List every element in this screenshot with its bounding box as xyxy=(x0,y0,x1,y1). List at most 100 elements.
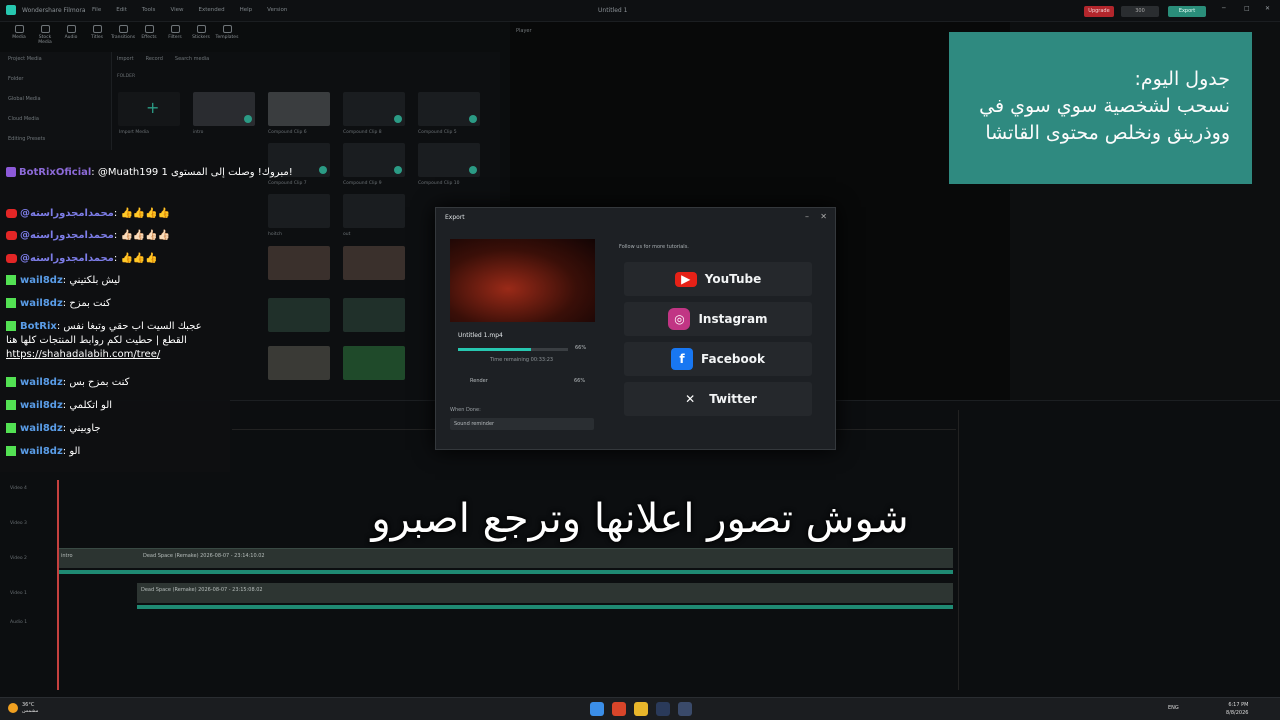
media-thumb[interactable] xyxy=(343,92,405,126)
record-dropdown[interactable]: Record xyxy=(146,56,163,62)
menu-bar: File Edit Tools View Extended Help Versi… xyxy=(92,7,287,13)
youtube-icon xyxy=(6,230,17,240)
credits-badge[interactable]: 300 xyxy=(1121,6,1159,17)
media-thumb[interactable] xyxy=(418,143,480,177)
check-icon xyxy=(469,115,477,123)
youtube-button[interactable]: ▶ YouTube xyxy=(624,262,812,296)
facebook-button[interactable]: f Facebook xyxy=(624,342,812,376)
tool-effects[interactable]: Effects xyxy=(136,22,162,50)
app-icon[interactable] xyxy=(678,702,692,716)
track-label: Video 3 xyxy=(10,521,27,526)
export-dialog: Export – ✕ Untitled 1.mp4 66% Time remai… xyxy=(435,207,836,450)
chat-message: BotRix: عجبك السيت اب حقي وتبغا نفس القط… xyxy=(6,321,202,360)
twitter-button[interactable]: ✕ Twitter xyxy=(624,382,812,416)
chat-message: wail8dz: ليش بلكتيني xyxy=(6,274,120,288)
search-input[interactable]: Search media xyxy=(175,56,209,62)
sidebar-item-project-media[interactable]: Project Media xyxy=(0,52,111,72)
sidebar-item-folder[interactable]: Folder xyxy=(0,72,111,92)
tool-media[interactable]: Media xyxy=(6,22,32,50)
tool-stock-media[interactable]: Stock Media xyxy=(32,22,58,50)
clip-label: Compound Clip 6 xyxy=(268,130,307,135)
maximize-icon[interactable]: □ xyxy=(1244,5,1250,12)
check-icon xyxy=(244,115,252,123)
chat-message: wail8dz: كنت بمزح xyxy=(6,297,111,311)
when-done-select[interactable]: Sound reminder xyxy=(450,418,594,430)
media-thumb[interactable] xyxy=(268,346,330,380)
import-dropdown[interactable]: Import xyxy=(117,56,134,62)
tool-templates[interactable]: Templates xyxy=(214,22,240,50)
menu-view[interactable]: View xyxy=(170,7,183,13)
menu-file[interactable]: File xyxy=(92,7,101,13)
language-indicator[interactable]: ENG xyxy=(1168,705,1179,711)
dialog-title: Export xyxy=(445,214,465,221)
tool-transitions[interactable]: Transitions xyxy=(110,22,136,50)
timeline-clip[interactable]: intro Dead Space (Remake) 2026-08-07 - 2… xyxy=(57,548,953,574)
kick-icon xyxy=(6,446,16,456)
timeline-clip[interactable]: Dead Space (Remake) 2026-08-07 - 23:15:0… xyxy=(137,583,953,609)
menu-version[interactable]: Version xyxy=(267,7,287,13)
clip-label: Import Media xyxy=(119,130,149,135)
clock[interactable]: 6:17 PM 8/8/2026 xyxy=(1226,701,1248,717)
close-icon[interactable]: ✕ xyxy=(820,212,827,221)
import-media-tile[interactable]: + xyxy=(118,92,180,126)
schedule-overlay: جدول اليوم: نسحب لشخصية سوي سوي في ووذري… xyxy=(949,32,1252,184)
steam-icon[interactable] xyxy=(656,702,670,716)
clip-label: hoitch xyxy=(268,232,282,237)
chat-message: wail8dz: الو xyxy=(6,445,80,459)
media-thumb[interactable] xyxy=(193,92,255,126)
media-header: Import Record Search media xyxy=(117,56,209,62)
chat-overlay: BotRixOficial: @Muath199 مبروك! وصلت إلى… xyxy=(0,150,293,472)
upgrade-button[interactable]: Upgrade xyxy=(1084,6,1114,17)
instagram-button[interactable]: ◎ Instagram xyxy=(624,302,812,336)
menu-edit[interactable]: Edit xyxy=(116,7,127,13)
sidebar-item-global-media[interactable]: Global Media xyxy=(0,92,111,112)
tool-audio[interactable]: Audio xyxy=(58,22,84,50)
clip-label: Compound Clip 5 xyxy=(418,130,457,135)
folder-icon[interactable] xyxy=(634,702,648,716)
sidebar-item-editing-presets[interactable]: Editing Presets xyxy=(0,132,111,152)
tool-filters[interactable]: Filters xyxy=(162,22,188,50)
check-icon xyxy=(394,166,402,174)
system-tray[interactable]: ENG xyxy=(1168,705,1179,711)
weather-widget[interactable]: 36°C مشمس xyxy=(8,702,38,714)
templates-icon xyxy=(222,25,232,33)
media-thumb[interactable] xyxy=(268,92,330,126)
minimize-icon[interactable]: – xyxy=(805,212,809,221)
track-label: Video 2 xyxy=(10,556,27,561)
media-thumb[interactable] xyxy=(268,246,330,280)
media-thumb[interactable] xyxy=(343,298,405,332)
youtube-icon xyxy=(6,253,17,263)
close-icon[interactable]: ✕ xyxy=(1265,5,1270,12)
stock-media-icon xyxy=(40,25,50,33)
media-thumb[interactable] xyxy=(343,194,405,228)
start-icon[interactable] xyxy=(590,702,604,716)
audio-waveform xyxy=(57,570,953,574)
playhead[interactable] xyxy=(57,480,59,690)
x-icon: ✕ xyxy=(685,392,696,406)
media-thumb[interactable] xyxy=(418,92,480,126)
export-button[interactable]: Export xyxy=(1168,6,1206,17)
chat-link[interactable]: https://shahadalabih.com/tree/ xyxy=(6,349,160,360)
clip-label: Dead Space (Remake) 2026-08-07 - 23:14:1… xyxy=(143,553,265,559)
effects-icon xyxy=(144,25,154,33)
sidebar-item-cloud-media[interactable]: Cloud Media xyxy=(0,112,111,132)
sun-icon xyxy=(8,703,18,713)
chat-message: wail8dz: كنت بمزح بس xyxy=(6,376,129,390)
plus-icon: + xyxy=(146,98,160,117)
media-thumb[interactable] xyxy=(343,143,405,177)
menu-help[interactable]: Help xyxy=(240,7,253,13)
media-thumb[interactable] xyxy=(268,298,330,332)
tool-titles[interactable]: Titles xyxy=(84,22,110,50)
tool-stickers[interactable]: Stickers xyxy=(188,22,214,50)
media-thumb[interactable] xyxy=(268,194,330,228)
media-thumb[interactable] xyxy=(343,246,405,280)
browser-icon[interactable] xyxy=(612,702,626,716)
clip-label: Compound Clip 9 xyxy=(343,181,382,186)
menu-extended[interactable]: Extended xyxy=(199,7,225,13)
minimize-icon[interactable]: ─ xyxy=(1222,5,1226,12)
clip-label: Compound Clip 7 xyxy=(268,181,307,186)
windows-taskbar: 36°C مشمس ENG 6:17 PM 8/8/2026 xyxy=(0,697,1280,720)
transitions-icon xyxy=(118,25,128,33)
media-thumb[interactable] xyxy=(343,346,405,380)
menu-tools[interactable]: Tools xyxy=(142,7,156,13)
